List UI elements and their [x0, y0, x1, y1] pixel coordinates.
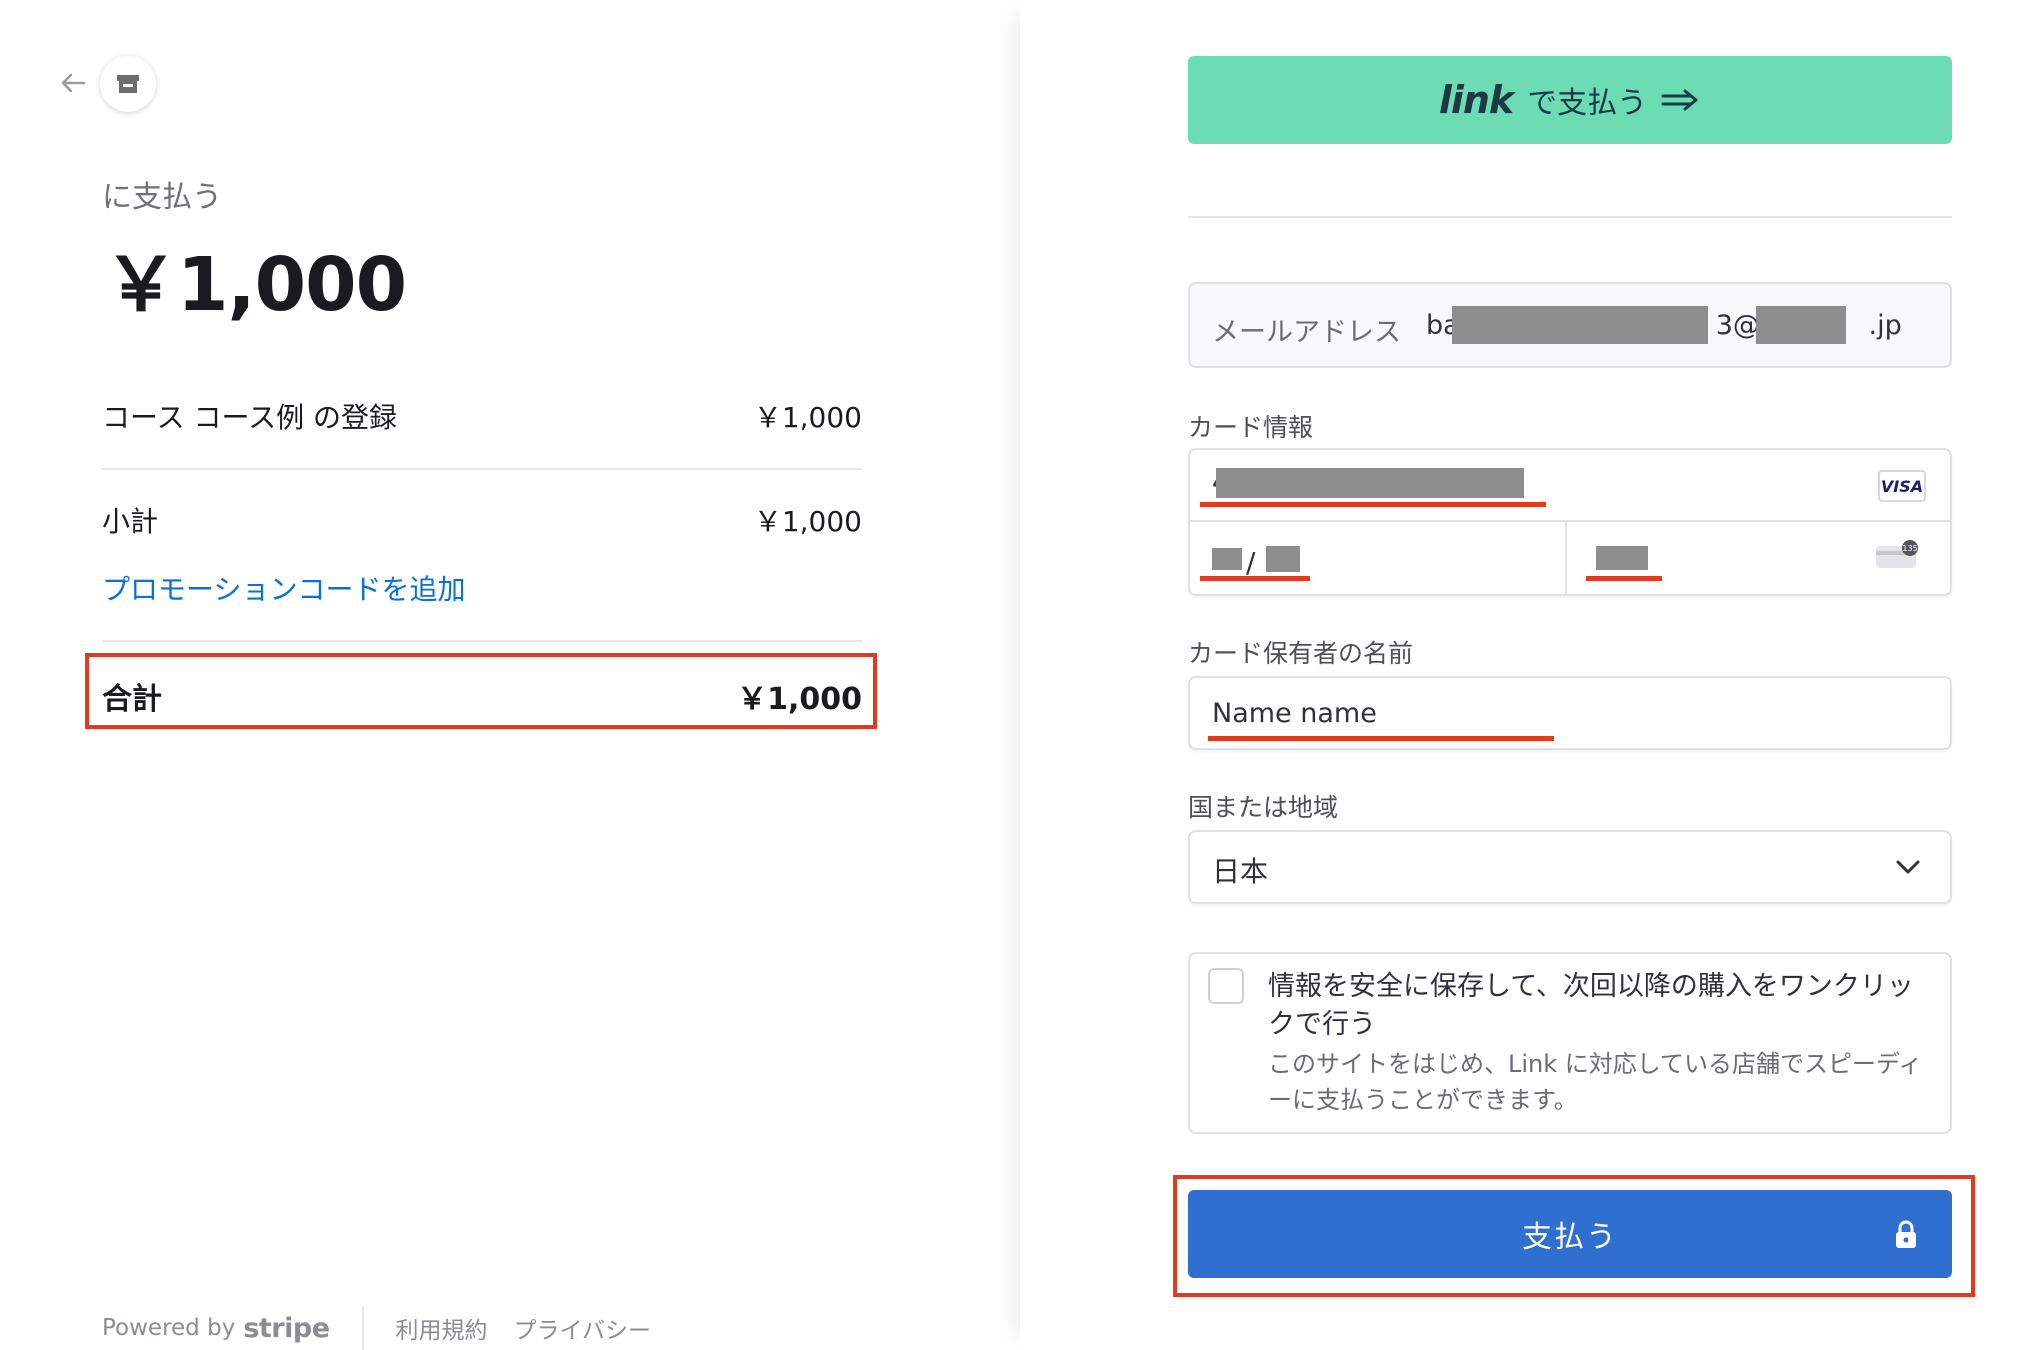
annotation-underline [1200, 576, 1310, 581]
pay-with-link-label: で支払う [1527, 86, 1648, 121]
stripe-logo[interactable]: stripe [243, 1313, 330, 1344]
lock-icon [1896, 1220, 1916, 1248]
total-amount-heading: ￥1,000 [104, 242, 407, 328]
save-info-title: 情報を安全に保存して、次回以降の購入をワンクリックで行う [1268, 971, 1914, 1040]
expiry-separator: / [1246, 546, 1256, 579]
redacted-block [1452, 306, 1708, 344]
chevron-down-icon [1896, 860, 1920, 874]
pay-button[interactable]: 支払う [1188, 1190, 1952, 1278]
country-select[interactable] [1188, 830, 1952, 904]
redacted-block [1596, 546, 1648, 570]
line-item-price: ￥1,000 [753, 401, 862, 434]
cardholder-name-value: Name name [1212, 698, 1377, 729]
visa-icon: VISA [1878, 470, 1926, 502]
pay-button-label: 支払う [1522, 1220, 1618, 1255]
save-info-checkbox[interactable] [1208, 968, 1244, 1004]
store-avatar[interactable] [100, 56, 156, 112]
redacted-block [1216, 468, 1524, 498]
line-item: コース コース例 の登録 ￥1,000 [102, 396, 862, 436]
cvc-card-icon: 135 [1876, 540, 1918, 568]
redacted-block [1756, 306, 1846, 344]
pay-to-label: に支払う [102, 180, 222, 215]
order-summary-panel: に支払う ￥1,000 コース コース例 の登録 ￥1,000 小計 ￥1,00… [0, 0, 1020, 1350]
redacted-block [1212, 548, 1242, 570]
divider [1188, 216, 1952, 218]
total-row: 合計 ￥1,000 [102, 674, 862, 718]
privacy-link[interactable]: プライバシー [514, 1311, 652, 1345]
annotation-underline [1208, 736, 1554, 741]
total-price: ￥1,000 [737, 682, 862, 717]
subtotal-label: 小計 [102, 505, 159, 538]
card-divider [1565, 520, 1567, 596]
pay-with-link-button[interactable]: link で支払う [1188, 56, 1952, 144]
divider [102, 468, 862, 470]
terms-link[interactable]: 利用規約 [396, 1311, 488, 1345]
store-icon [117, 75, 139, 93]
link-logo: link [1438, 78, 1514, 122]
double-arrow-icon [1661, 89, 1698, 111]
subtotal-price: ￥1,000 [753, 505, 862, 538]
powered-by-text: Powered by [102, 1315, 236, 1341]
annotation-underline [1586, 576, 1662, 581]
cvc-badge-text: 135 [1902, 544, 1917, 553]
cardholder-name-label: カード保有者の名前 [1188, 639, 1414, 668]
email-label: メールアドレス [1212, 317, 1401, 348]
back-arrow-icon[interactable] [58, 68, 88, 98]
add-promo-code-link[interactable]: プロモーションコードを追加 [102, 568, 465, 608]
payment-panel [1020, 0, 2040, 1350]
redacted-block [1266, 546, 1300, 572]
card-info-label: カード情報 [1188, 413, 1314, 442]
line-item-name: コース コース例 の登録 [102, 401, 398, 434]
country-label: 国または地域 [1188, 793, 1339, 822]
email-value-end: .jp [1868, 310, 1902, 341]
save-info-description: このサイトをはじめ、Link に対応している店舗でスピーディーに支払うことができ… [1268, 1050, 1923, 1114]
card-divider [1188, 520, 1952, 522]
footer-divider [361, 1306, 364, 1350]
country-value: 日本 [1212, 855, 1269, 888]
subtotal-row: 小計 ￥1,000 [102, 500, 862, 540]
divider [102, 640, 862, 642]
total-label: 合計 [102, 682, 162, 717]
footer: Powered by stripe 利用規約 プライバシー [102, 1306, 677, 1350]
annotation-underline [1200, 502, 1546, 507]
